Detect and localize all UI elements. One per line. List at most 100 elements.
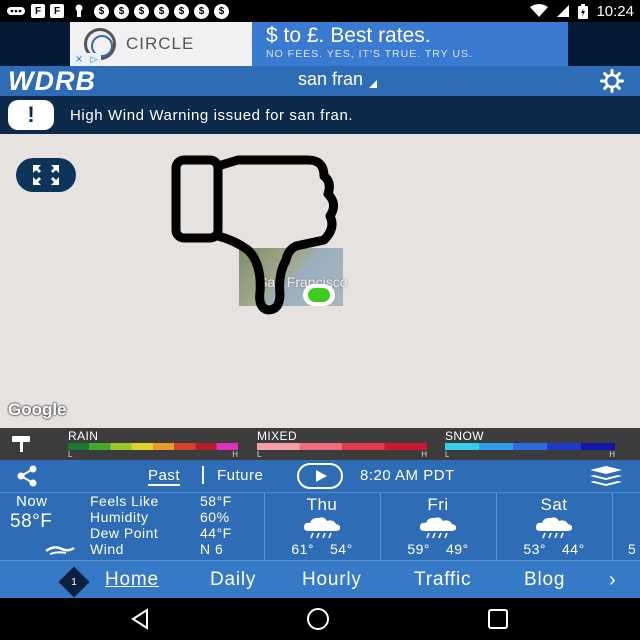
tab-past[interactable]: Past — [148, 467, 181, 486]
dollar-icon: $ — [94, 3, 109, 19]
rain-cloud-icon — [419, 517, 457, 539]
wind-icon — [45, 546, 75, 555]
precip-legend: RAIN L H MIXED L H SNOW L H — [0, 428, 640, 460]
share-icon[interactable] — [16, 465, 38, 487]
dollar-icon: $ — [174, 3, 189, 19]
legend-snow: SNOW L H — [445, 429, 615, 459]
nav-daily[interactable]: Daily — [210, 569, 256, 591]
layers-icon[interactable] — [588, 465, 624, 487]
legend-rain-strip — [68, 443, 238, 450]
rain-cloud-icon — [535, 517, 573, 539]
feels-like-value: 58°F — [200, 493, 232, 509]
wdrb-logo: WDRB — [8, 65, 96, 96]
legend-mixed-strip — [257, 443, 427, 450]
ad-copy-panel[interactable]: $ to £. Best rates. NO FEES. YES, IT'S T… — [252, 22, 568, 66]
ad-brand: CIRCLE — [126, 34, 195, 53]
bottom-nav: 1 Home Daily Hourly Traffic Blog › — [0, 560, 640, 598]
dollar-icon: $ — [194, 3, 209, 19]
tab-divider — [202, 466, 204, 484]
legend-snow-high: H — [609, 450, 615, 459]
conditions-panel[interactable]: Now 58°F Feels Like 58°F Humidity 60% De… — [0, 492, 640, 561]
dollar-icon: $ — [134, 3, 149, 19]
legend-rain: RAIN L H — [68, 429, 238, 459]
ad-choices[interactable]: ✕ ▷ — [72, 53, 101, 65]
paint-roller-icon[interactable] — [11, 434, 31, 454]
forecast-low: 49° — [446, 541, 469, 557]
forecast-day-name: Sat — [540, 495, 568, 514]
divider — [612, 493, 613, 561]
expand-arrows-icon — [33, 165, 59, 185]
legend-rain-label: RAIN — [68, 429, 99, 443]
forecast-day[interactable]: Fri 59° 49° — [380, 493, 496, 561]
wind-label: Wind — [90, 541, 124, 557]
wifi-icon — [530, 4, 549, 17]
ad-subline: NO FEES. YES, IT'S TRUE. TRY US. — [266, 48, 473, 60]
nav-blog[interactable]: Blog — [524, 569, 565, 591]
location-selector[interactable]: san fran — [298, 69, 378, 90]
dew-point-value: 44°F — [200, 525, 232, 541]
tab-future[interactable]: Future — [217, 467, 263, 484]
nav-more-arrow[interactable]: › — [609, 569, 616, 592]
forecast-day-name: Thu — [306, 495, 338, 514]
android-nav-bar — [0, 598, 640, 640]
forecast-high: 53° — [523, 541, 546, 557]
system-status: 10:24 — [530, 3, 634, 20]
flipboard-icon: F — [31, 4, 45, 18]
legend-rain-low: L — [68, 450, 73, 459]
forecast-high: 59° — [407, 541, 430, 557]
rain-cloud-icon — [303, 517, 341, 539]
wind-value: N 6 — [200, 541, 224, 557]
forecast-low: 44° — [562, 541, 585, 557]
forecast-partial-high: 5 — [628, 541, 636, 557]
app-header: WDRB san fran — [0, 66, 640, 96]
status-bar: F F $ $ $ $ $ $ $ 10:24 — [0, 0, 640, 22]
home-circle-icon[interactable] — [306, 607, 330, 631]
close-x-icon[interactable]: ✕ — [72, 53, 86, 65]
phone-ringing-icon — [6, 4, 26, 18]
google-logo: Google — [8, 400, 67, 419]
feels-like-label: Feels Like — [90, 493, 159, 509]
now-label: Now — [16, 493, 48, 510]
expand-map-button[interactable] — [16, 158, 76, 192]
location-label: san fran — [298, 69, 364, 89]
weather-alert-bar[interactable]: ! High Wind Warning issued for san fran. — [0, 96, 640, 134]
alert-text: High Wind Warning issued for san fran. — [70, 106, 354, 124]
dollar-icon: $ — [114, 3, 129, 19]
flipboard-icon: F — [50, 4, 64, 18]
cell-signal-icon — [557, 5, 570, 17]
forecast-day-name: Fri — [427, 495, 449, 514]
humidity-label: Humidity — [90, 509, 149, 525]
dollar-icon: $ — [154, 3, 169, 19]
gear-icon[interactable] — [600, 69, 624, 93]
nav-hourly[interactable]: Hourly — [302, 569, 362, 591]
nav-traffic[interactable]: Traffic — [414, 569, 471, 591]
nav-home[interactable]: Home — [105, 569, 159, 591]
recents-square-icon[interactable] — [486, 607, 510, 631]
legend-snow-low: L — [445, 450, 450, 459]
humidity-value: 60% — [200, 509, 230, 525]
legend-mixed-label: MIXED — [257, 429, 298, 443]
legend-rain-high: H — [232, 450, 238, 459]
radar-map[interactable]: San Francisco Google — [0, 134, 640, 428]
notification-icons: F F $ $ $ $ $ $ $ — [6, 3, 229, 19]
clock: 10:24 — [596, 2, 634, 20]
legend-snow-label: SNOW — [445, 429, 484, 443]
legend-mixed-high: H — [421, 450, 427, 459]
battery-charging-icon — [578, 3, 589, 19]
ad-headline: $ to £. Best rates. — [266, 24, 431, 47]
exclamation-icon: ! — [8, 100, 54, 130]
notification-badge-count: 1 — [71, 576, 77, 588]
legend-snow-strip — [445, 443, 615, 450]
current-temp: 58°F — [10, 511, 53, 532]
forecast-day[interactable]: Thu 61° 54° — [264, 493, 380, 561]
current-location-dot — [303, 284, 335, 306]
dew-point-label: Dew Point — [90, 525, 159, 541]
play-button[interactable] — [297, 463, 343, 489]
ad-banner[interactable]: CIRCLE $ to £. Best rates. NO FEES. YES,… — [0, 22, 640, 66]
legend-mixed-low: L — [257, 450, 262, 459]
back-icon[interactable] — [128, 607, 152, 631]
forecast-day[interactable]: Sat 53° 44° — [496, 493, 612, 561]
keyhole-icon — [69, 4, 89, 18]
legend-mixed: MIXED L H — [257, 429, 427, 459]
adchoices-icon[interactable]: ▷ — [87, 53, 101, 65]
